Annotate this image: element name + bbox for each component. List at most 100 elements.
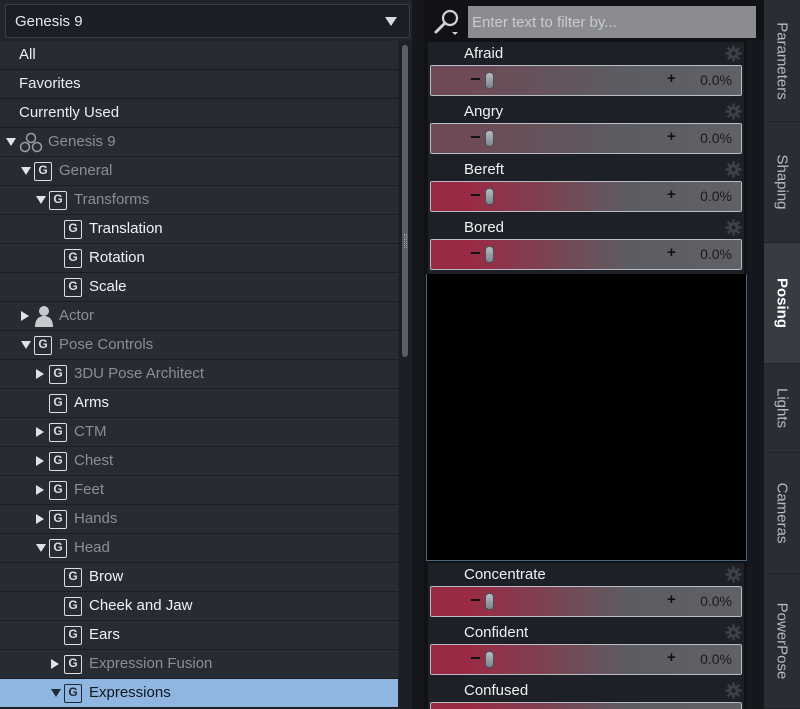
tree-item-rotation[interactable]: G Rotation [0,244,398,273]
parameters-scrollbar[interactable] [747,40,764,709]
decrement-button[interactable]: − [470,185,481,206]
filter-input[interactable] [468,6,756,38]
tab-lights[interactable]: Lights [764,364,800,453]
decrement-button[interactable]: − [470,590,481,611]
param-slider[interactable]: −+0.0% [430,65,742,96]
increment-button[interactable]: + [667,70,676,87]
param-slider[interactable]: −+0.0% [430,644,742,675]
category-favorites[interactable]: Favorites [0,70,398,99]
tab-powerpose[interactable]: PowerPose [764,574,800,709]
param-bereft: Bereft − +0.0% [428,158,744,216]
param-value: 0.0% [700,130,732,146]
tab-shaping[interactable]: Shaping [764,122,800,243]
expanded-arrow-icon[interactable] [6,138,16,146]
param-name: Bored [464,219,505,236]
param-slider[interactable]: −+0.0% [430,586,742,617]
tree-item-cheek-and-jaw[interactable]: G Cheek and Jaw [0,592,398,621]
category-all[interactable]: All [0,41,398,70]
gear-icon[interactable] [725,624,742,641]
param-slider[interactable]: −+0.0% [430,239,742,270]
increment-button[interactable]: + [667,591,676,608]
tree-item-label: Cheek and Jaw [89,597,193,614]
expanded-arrow-icon[interactable] [21,341,31,349]
expanded-arrow-icon[interactable] [51,689,61,697]
tree-item-label: General [59,162,113,179]
tree-item-label: Pose Controls [59,336,154,353]
slider-handle[interactable] [485,593,494,610]
tree-item-chest[interactable]: G Chest [0,447,398,476]
increment-button[interactable]: + [667,649,676,666]
tab-posing[interactable]: Posing [764,243,800,364]
decrement-button[interactable]: − [470,69,481,90]
gear-icon[interactable] [725,682,742,699]
content-pane: Genesis 9 All Favorites Currently Used G… [0,0,412,709]
tree-item-scale[interactable]: G Scale [0,273,398,302]
tree-item-expression-fusion[interactable]: G Expression Fusion [0,650,398,679]
category-currently-used[interactable]: Currently Used [0,99,398,128]
collapsed-arrow-icon[interactable] [36,456,44,466]
gear-icon[interactable] [725,219,742,236]
search-icon[interactable] [432,8,462,36]
tree-item-general[interactable]: G General [0,157,398,186]
scrollbar-thumb[interactable] [402,45,408,357]
expanded-arrow-icon[interactable] [36,196,46,204]
increment-button[interactable]: + [667,244,676,261]
tree-item-genesis-9[interactable]: Genesis 9 [0,128,398,157]
tab-parameters[interactable]: Parameters [764,0,800,122]
param-name: Angry [464,103,504,120]
group-icon: G [64,626,82,645]
collapsed-arrow-icon[interactable] [36,369,44,379]
tree-item-3du-pose-architect[interactable]: G 3DU Pose Architect [0,360,398,389]
increment-button[interactable]: + [667,128,676,145]
param-concentrate: Concentrate − +0.0% [428,563,744,621]
decrement-button[interactable]: − [470,648,481,669]
tree-item-hands[interactable]: G Hands [0,505,398,534]
collapsed-arrow-icon[interactable] [21,311,29,321]
decrement-button[interactable]: − [470,243,481,264]
gear-icon[interactable] [725,161,742,178]
slider-handle[interactable] [485,651,494,668]
tree-item-actor[interactable]: Actor [0,302,398,331]
group-icon: G [49,191,67,210]
group-icon: G [49,510,67,529]
pane-splitter[interactable] [412,0,424,709]
param-angry: Angry − +0.0% [428,100,744,158]
collapsed-arrow-icon[interactable] [36,514,44,524]
tree-scrollbar[interactable] [399,41,412,709]
gear-icon[interactable] [725,103,742,120]
param-slider[interactable]: − +0.0% [430,123,742,154]
tree-item-label: Arms [74,394,109,411]
tree-item-arms[interactable]: G Arms [0,389,398,418]
node-selector-dropdown[interactable]: Genesis 9 [5,4,410,38]
tab-cameras[interactable]: Cameras [764,453,800,574]
chevron-down-icon[interactable] [385,17,397,26]
gear-icon[interactable] [725,45,742,62]
slider-handle[interactable] [485,72,494,89]
tree-item-pose-controls[interactable]: G Pose Controls [0,331,398,360]
tree-item-expressions[interactable]: G Expressions [0,679,398,708]
collapsed-arrow-icon[interactable] [36,485,44,495]
slider-handle[interactable] [485,188,494,205]
tree-item-ears[interactable]: G Ears [0,621,398,650]
slider-handle[interactable] [485,130,494,147]
param-name: Confused [464,682,529,699]
expanded-arrow-icon[interactable] [36,544,46,552]
tree-item-transforms[interactable]: G Transforms [0,186,398,215]
tree-item-brow[interactable]: G Brow [0,563,398,592]
tree-item-feet[interactable]: G Feet [0,476,398,505]
tab-label: Parameters [773,21,791,100]
decrement-button[interactable]: − [470,127,481,148]
slider-handle[interactable] [485,246,494,263]
tree-item-head[interactable]: G Head [0,534,398,563]
tab-label: Shaping [773,154,791,210]
param-slider[interactable]: −+0.0% [430,181,742,212]
expanded-arrow-icon[interactable] [21,167,31,175]
tree-item-label: Rotation [89,249,145,266]
collapsed-arrow-icon[interactable] [36,427,44,437]
param-slider[interactable]: −+0.0% [430,702,742,709]
tree-item-translation[interactable]: G Translation [0,215,398,244]
gear-icon[interactable] [725,566,742,583]
tree-item-ctm[interactable]: G CTM [0,418,398,447]
collapsed-arrow-icon[interactable] [51,659,59,669]
increment-button[interactable]: + [667,186,676,203]
